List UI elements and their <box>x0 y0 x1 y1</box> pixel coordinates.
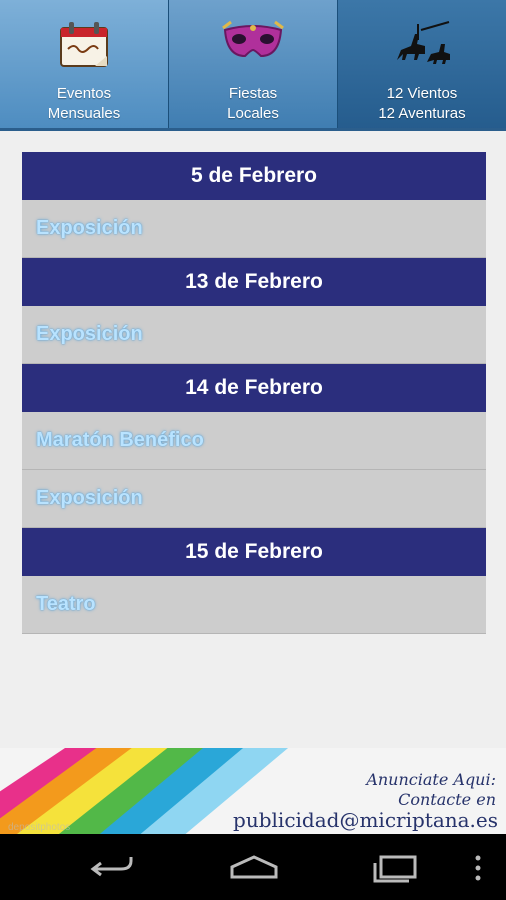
event-item[interactable]: Teatro <box>22 576 486 634</box>
navigation-bar <box>0 834 506 900</box>
event-item[interactable]: Exposición <box>22 470 486 528</box>
mask-icon <box>218 10 288 80</box>
ad-email: publicidad@micriptana.es <box>233 808 498 832</box>
tab-line2: Mensuales <box>47 105 121 122</box>
tab-fiestas-locales[interactable]: Fiestas Locales <box>169 0 338 130</box>
overflow-menu-icon[interactable] <box>450 848 506 888</box>
tab-line2: Locales <box>227 105 279 122</box>
back-icon[interactable] <box>82 848 142 888</box>
tab-line1: Fiestas <box>228 85 278 102</box>
date-header: 5 de Febrero <box>22 152 486 200</box>
date-header: 13 de Febrero <box>22 258 486 306</box>
recent-apps-icon[interactable] <box>364 848 424 888</box>
ad-line1: Anunciate Aqui: <box>366 770 496 789</box>
ad-line2: Contacte en <box>398 790 496 809</box>
event-list: 5 de Febrero Exposición 13 de Febrero Ex… <box>22 152 486 634</box>
tab-line1: Eventos <box>56 85 112 102</box>
tab-12-vientos[interactable]: 12 Vientos 12 Aventuras <box>338 0 506 130</box>
event-item[interactable]: Exposición <box>22 200 486 258</box>
tab-line1: 12 Vientos <box>386 85 458 102</box>
event-item[interactable]: Exposición <box>22 306 486 364</box>
date-header: 15 de Febrero <box>22 528 486 576</box>
event-item[interactable]: Maratón Benéfico <box>22 412 486 470</box>
tab-line2: 12 Aventuras <box>378 105 466 122</box>
date-header: 14 de Febrero <box>22 364 486 412</box>
top-tab-bar: Eventos Mensuales Fiestas Locales 12 Vie… <box>0 0 506 130</box>
ad-banner[interactable]: Anunciate Aqui: Contacte en publicidad@m… <box>0 748 506 834</box>
tab-bar-divider <box>0 128 506 131</box>
tab-eventos-mensuales[interactable]: Eventos Mensuales <box>0 0 169 130</box>
ad-watermark: depositphotos <box>8 822 71 833</box>
quixote-rider-icon <box>387 10 457 80</box>
calendar-icon <box>49 10 119 80</box>
home-icon[interactable] <box>224 848 284 888</box>
